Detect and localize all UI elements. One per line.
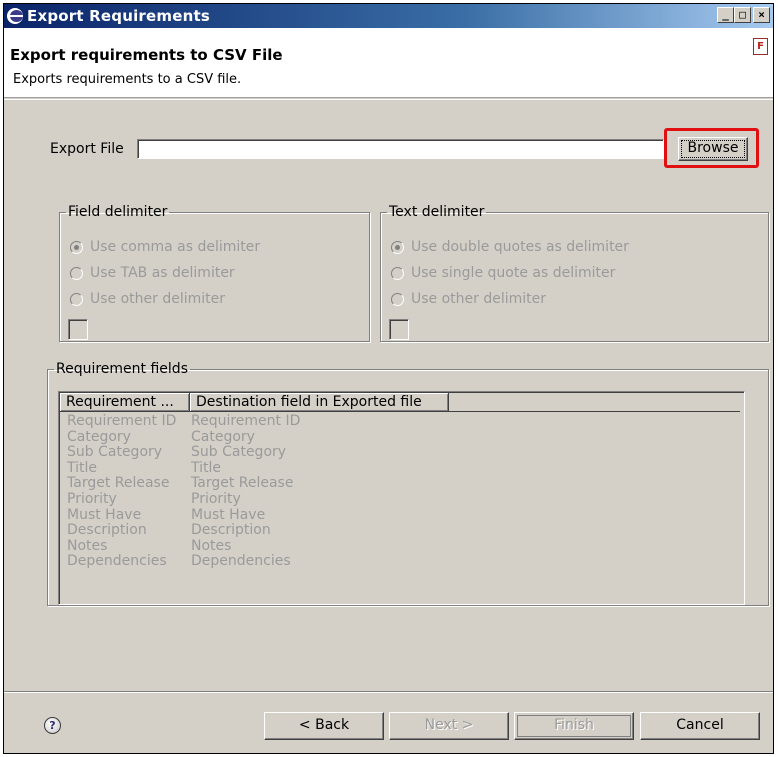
- text-delimiter-option-double[interactable]: Use double quotes as delimiter: [391, 239, 629, 255]
- destination-cell: Requirement ID: [191, 413, 301, 429]
- option-label: Use other delimiter: [90, 291, 226, 307]
- window-controls: _ □ ×: [717, 7, 770, 23]
- table-row[interactable]: Requirement ID Requirement ID: [67, 413, 451, 430]
- requirement-cell: Target Release: [67, 475, 170, 492]
- text-delimiter-legend: Text delimiter: [389, 204, 485, 220]
- requirement-cell: Category: [67, 428, 131, 445]
- column-header-empty: [449, 393, 740, 412]
- header-divider: [4, 99, 773, 100]
- destination-cell: Notes: [191, 537, 232, 554]
- field-delimiter-option-other[interactable]: Use other delimiter: [70, 291, 225, 307]
- radio-icon: [70, 292, 83, 306]
- table-row[interactable]: Sub Category Sub Category: [67, 445, 451, 461]
- destination-cell: Sub Category: [191, 444, 287, 461]
- destination-cell: Title: [191, 459, 222, 476]
- requirement-cell: Title: [67, 459, 98, 476]
- text-delimiter-option-other[interactable]: Use other delimiter: [391, 291, 546, 307]
- destination-cell: Category: [191, 428, 255, 445]
- wizard-header: Export requirements to CSV File Exports …: [4, 28, 773, 98]
- field-delimiter-other-input[interactable]: [68, 319, 88, 340]
- column-header-requirement[interactable]: Requirement ...: [60, 393, 190, 412]
- column-header-destination[interactable]: Destination field in Exported file: [190, 393, 449, 412]
- table-header: Requirement ... Destination field in Exp…: [60, 393, 740, 412]
- destination-cell: Priority: [191, 490, 241, 507]
- export-file-input[interactable]: [137, 139, 664, 159]
- maximize-button[interactable]: □: [734, 7, 751, 23]
- table-row[interactable]: Must Have Must Have: [67, 506, 451, 524]
- destination-cell: Dependencies: [191, 553, 291, 570]
- radio-icon: [391, 266, 404, 280]
- table-row[interactable]: Priority Priority: [67, 490, 451, 508]
- destination-cell: Description: [191, 522, 271, 539]
- option-label: Use single quote as delimiter: [411, 265, 616, 281]
- text-delimiter-other-input[interactable]: [389, 319, 409, 340]
- export-file-label: Export File: [50, 141, 124, 157]
- option-label: Use double quotes as delimiter: [411, 239, 629, 255]
- requirement-fields-legend: Requirement fields: [56, 361, 188, 377]
- table-row[interactable]: Category Category: [67, 428, 451, 446]
- requirement-cell: Sub Category: [67, 444, 163, 461]
- text-delimiter-option-single[interactable]: Use single quote as delimiter: [391, 265, 615, 281]
- field-delimiter-option-tab[interactable]: Use TAB as delimiter: [70, 265, 235, 281]
- export-wizard-icon: F: [753, 38, 768, 55]
- destination-cell: Must Have: [191, 506, 266, 523]
- window-title: Export Requirements: [27, 7, 210, 25]
- field-delimiter-option-comma[interactable]: Use comma as delimiter: [70, 239, 260, 255]
- field-delimiter-group: Field delimiter Use comma as delimiter U…: [59, 204, 370, 342]
- browse-button[interactable]: Browse: [678, 137, 748, 161]
- table-row[interactable]: Dependencies Dependencies: [67, 554, 451, 570]
- table-body: Requirement ID Requirement ID Category Cate…: [67, 413, 451, 570]
- radio-checked-icon: [391, 240, 404, 254]
- title-bar[interactable]: Export Requirements _ □ ×: [4, 4, 773, 28]
- option-label: Use other delimiter: [411, 291, 547, 307]
- requirement-cell: Priority: [67, 490, 117, 507]
- table-row[interactable]: Title Title: [67, 459, 451, 477]
- requirement-cell: Requirement ID: [67, 413, 177, 429]
- close-button[interactable]: ×: [753, 7, 770, 23]
- help-icon[interactable]: ?: [44, 717, 61, 734]
- destination-cell: Target Release: [191, 475, 294, 492]
- table-row[interactable]: Notes Notes: [67, 537, 451, 555]
- radio-icon: [391, 292, 404, 306]
- requirement-cell: Must Have: [67, 506, 142, 523]
- cancel-button[interactable]: Cancel: [640, 712, 760, 740]
- radio-icon: [70, 266, 83, 280]
- minimize-button[interactable]: _: [717, 7, 734, 23]
- radio-checked-icon: [70, 240, 83, 254]
- eclipse-app-icon: [7, 8, 23, 24]
- back-button[interactable]: < Back: [264, 712, 384, 740]
- finish-button[interactable]: Finish: [514, 712, 634, 740]
- footer-divider: [4, 691, 773, 693]
- table-row[interactable]: Target Release Target Release: [67, 476, 451, 492]
- wizard-page-title: Export requirements to CSV File: [10, 46, 283, 64]
- next-button[interactable]: Next >: [389, 712, 509, 740]
- requirement-cell: Description: [67, 522, 147, 539]
- requirement-cell: Notes: [67, 537, 108, 554]
- option-label: Use comma as delimiter: [90, 239, 261, 255]
- requirement-cell: Dependencies: [67, 553, 167, 570]
- field-delimiter-legend: Field delimiter: [68, 204, 168, 220]
- requirement-fields-table[interactable]: Requirement ... Destination field in Exp…: [58, 391, 745, 605]
- requirement-fields-group: Requirement fields Requirement ... Desti…: [47, 361, 769, 606]
- table-row[interactable]: Description Description: [67, 523, 451, 539]
- export-requirements-dialog: Export Requirements _ □ × Export require…: [3, 3, 774, 754]
- text-delimiter-group: Text delimiter Use double quotes as deli…: [380, 204, 769, 342]
- option-label: Use TAB as delimiter: [90, 265, 235, 281]
- wizard-page-description: Exports requirements to a CSV file.: [13, 72, 242, 87]
